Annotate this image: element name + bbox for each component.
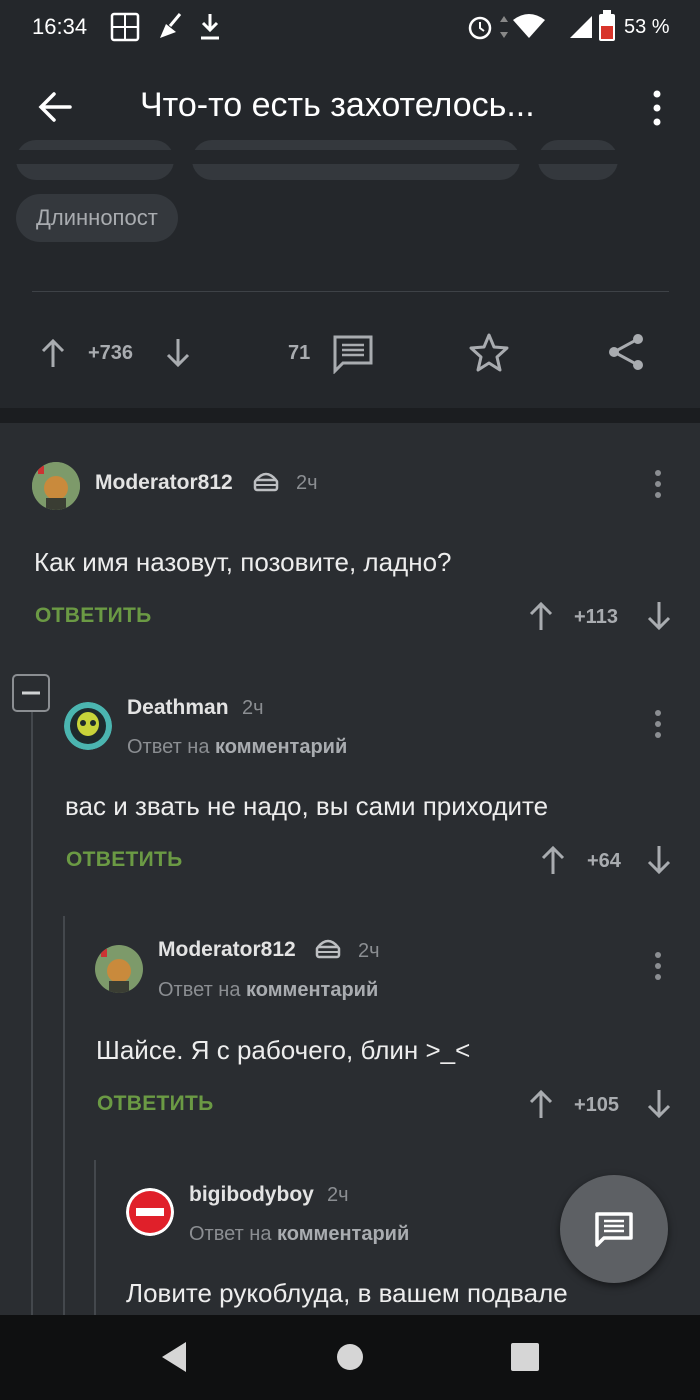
reply-prefix: Ответ на [127,736,210,758]
reply-to[interactable]: Ответ на комментарий [127,736,347,759]
collapse-icon[interactable] [12,674,50,712]
comment-rating: +64 [587,850,621,872]
comment-username[interactable]: bigibodyboy [189,1183,314,1207]
upvote-icon[interactable] [40,337,66,369]
downvote-icon[interactable] [646,1088,672,1120]
comment-rating: +105 [574,1094,620,1116]
more-vert-icon[interactable] [650,468,666,500]
comment-time: 2ч [296,472,318,494]
comment-username[interactable]: Moderator812 [158,938,296,962]
add-comment-fab[interactable] [560,1175,668,1283]
downvote-icon[interactable] [646,844,672,876]
section-separator [0,408,700,423]
comment-rating: +113 [574,606,618,628]
upvote-icon[interactable] [528,600,554,632]
post-rating: +736 [88,342,134,364]
download-icon [201,14,219,40]
upvote-icon[interactable] [528,1088,554,1120]
alarm-icon [468,16,492,40]
avatar[interactable] [95,945,143,993]
comment-time: 2ч [327,1184,349,1206]
moderator-cake-icon [253,472,279,492]
reply-to[interactable]: Ответ на комментарий [158,979,378,1002]
battery-percent: 53 % [624,16,670,38]
data-arrows-icon [500,16,508,38]
reply-button[interactable]: ОТВЕТИТЬ [66,848,183,872]
more-vert-icon[interactable] [650,950,666,982]
page-title: Что-то есть захотелось... [140,86,535,124]
thread-line[interactable] [94,1160,96,1315]
comment-time: 2ч [242,697,264,719]
moderator-cake-icon [315,939,341,959]
thread-line[interactable] [31,712,33,1315]
reply-target-link[interactable]: комментарий [246,979,378,1001]
comment-time: 2ч [358,940,380,962]
thread-line[interactable] [63,916,65,1315]
avatar[interactable] [64,702,112,750]
share-icon[interactable] [606,332,646,372]
avatar[interactable] [126,1188,174,1236]
comment-text: Шайсе. Я с рабочего, блин >_< [96,1035,471,1065]
wifi-icon [513,14,545,38]
nav-recents-icon[interactable] [510,1342,540,1372]
nav-home-icon[interactable] [336,1343,364,1371]
comment-username[interactable]: Deathman [127,696,229,720]
reply-target-link[interactable]: комментарий [215,736,347,758]
back-arrow-icon[interactable] [36,88,74,126]
comment-text: Ловите рукоблуда, в вашем подвале [126,1278,568,1308]
tag-chip[interactable]: Длиннопост [16,194,178,242]
upvote-icon[interactable] [540,844,566,876]
calculator-icon [110,12,140,42]
reply-button[interactable]: ОТВЕТИТЬ [35,604,152,628]
comment-username[interactable]: Moderator812 [95,471,233,495]
appbar-shadow-mask [0,150,700,164]
status-time: 16:34 [32,14,88,39]
avatar[interactable] [32,462,80,510]
reply-prefix: Ответ на [158,979,241,1001]
reply-button[interactable]: ОТВЕТИТЬ [97,1092,214,1116]
status-bar [0,0,700,56]
downvote-icon[interactable] [165,337,191,369]
comment-icon[interactable] [332,334,374,374]
divider [32,291,669,292]
more-vert-icon[interactable] [648,88,666,128]
downvote-icon[interactable] [646,600,672,632]
battery-icon [599,10,615,41]
reply-to[interactable]: Ответ на комментарий [189,1223,409,1246]
broom-icon [160,13,182,38]
comment-text: вас и звать не надо, вы сами приходите [65,791,549,821]
comments-count: 71 [288,342,311,364]
star-icon[interactable] [468,332,510,372]
reply-target-link[interactable]: комментарий [277,1223,409,1245]
nav-back-icon[interactable] [158,1340,190,1374]
reply-prefix: Ответ на [189,1223,272,1245]
more-vert-icon[interactable] [650,708,666,740]
comment-text: Как имя назовут, позовите, ладно? [34,547,452,577]
fab-comment-icon [595,1212,633,1247]
signal-icon [570,16,592,38]
